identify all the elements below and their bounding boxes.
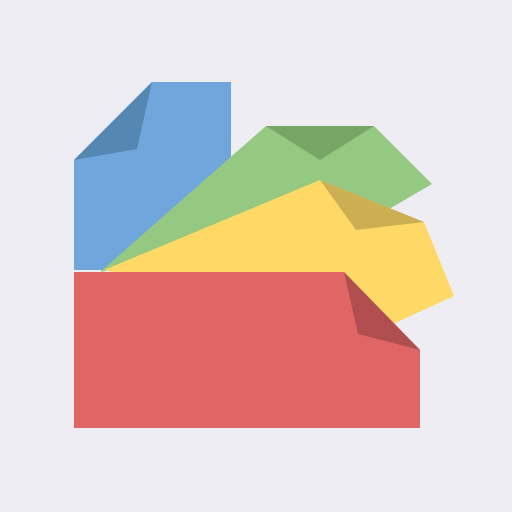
stacked-documents-icon	[0, 0, 512, 512]
app-icon-canvas	[0, 0, 512, 512]
